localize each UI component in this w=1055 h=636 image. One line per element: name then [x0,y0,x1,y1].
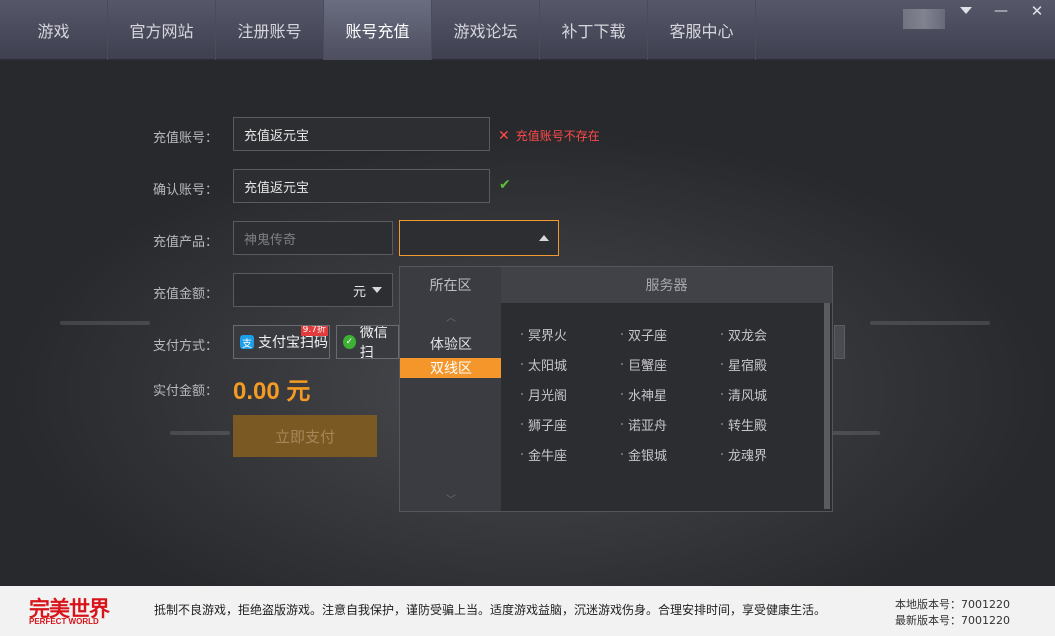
wechat-label: 微信扫 [359,325,388,359]
chevron-up-icon [539,235,549,241]
close-glyph: ✕ [1030,2,1044,20]
chevron-down-icon[interactable] [956,0,976,22]
check-icon: ✔ [499,177,511,193]
chevron-down-icon [372,287,382,293]
tab-patch-download[interactable]: 补丁下载 [540,0,648,60]
server-select[interactable] [399,220,559,256]
product-input[interactable]: 神鬼传奇 [233,221,393,255]
confirm-label: 确认账号： [153,183,219,198]
recharge-form-area: 充值账号： 充值返元宝 ✕ 充值账号不存在 确认账号： 充值返元宝 ✔ 充值产品… [0,61,1055,586]
product-label: 充值产品： [153,235,219,250]
amount-unit: 元 [352,284,366,300]
confirm-account-input[interactable]: 充值返元宝 [233,169,490,203]
decor-light [870,321,990,325]
server-item[interactable]: 转生殿 [728,414,818,434]
health-notice: 抵制不良游戏，拒绝盗版游戏。注意自我保护，谨防受骗上当。适度游戏益脑，沉迷游戏伤… [154,603,827,617]
server-item[interactable]: 太阳城 [528,354,618,374]
close-icon[interactable]: ✕ [1026,0,1048,22]
alipay-icon: 支 [240,335,254,350]
tab-label: 注册账号 [237,22,302,41]
server-item[interactable]: 龙魂界 [728,444,818,464]
amount-label: 充值金额： [153,287,219,302]
server-item[interactable]: 狮子座 [528,414,618,434]
local-version: 本地版本号：7001220 [895,596,1010,612]
zone-column: 所在区 ︿ 体验区 双线区 ﹀ [400,267,501,511]
minimize-icon[interactable]: — [990,0,1012,22]
minimize-glyph: — [994,3,1008,19]
amount-select[interactable]: 元 [233,273,393,307]
tab-forum[interactable]: 游戏论坛 [432,0,540,60]
tab-register[interactable]: 注册账号 [216,0,324,60]
tab-label: 游戏 [37,22,70,41]
error-icon: ✕ [498,127,510,144]
account-input[interactable]: 充值返元宝 [233,117,490,151]
discount-badge: 9.7折 [300,325,328,336]
scroll-up-icon[interactable]: ︿ [446,309,456,324]
pay-option-edge [834,325,845,359]
zone-item-dual-line[interactable]: 双线区 [400,358,501,378]
alipay-button[interactable]: 支 支付宝扫码 9.7折 [233,325,330,359]
local-version-value: 7001220 [961,598,1010,611]
zone-header: 所在区 [429,278,472,294]
pay-method-label: 支付方式： [153,339,219,354]
tab-label: 官方网站 [129,22,194,41]
wechat-icon: ✓ [343,335,356,349]
server-item[interactable]: 冥界火 [528,324,618,344]
latest-version: 最新版本号：7001220 [895,612,1010,628]
server-item[interactable]: 水神星 [628,384,718,404]
decor-light [170,431,230,435]
latest-version-label: 最新版本号： [895,614,961,627]
paid-amount-label: 实付金额： [153,384,219,399]
server-header: 服务器 [501,267,832,303]
pay-now-button[interactable]: 立即支付 [233,415,377,457]
top-nav: 游戏 官方网站 注册账号 账号充值 游戏论坛 补丁下载 客服中心 — ✕ [0,0,1055,60]
server-scrollbar[interactable] [824,303,830,509]
tab-recharge[interactable]: 账号充值 [324,0,432,60]
brand-logo-en: PERFECT WORLD [29,617,99,626]
server-item[interactable]: 月光阁 [528,384,618,404]
server-column: 服务器 冥界火 双子座 双龙会 太阳城 巨蟹座 星宿殿 月光阁 水神星 清风城 … [501,267,832,511]
wechat-pay-button[interactable]: ✓ 微信扫 [336,325,399,359]
server-item[interactable]: 清风城 [728,384,818,404]
server-item[interactable]: 金银城 [628,444,718,464]
footer: 完美世界 PERFECT WORLD 抵制不良游戏，拒绝盗版游戏。注意自我保护，… [0,586,1055,636]
account-error: ✕ 充值账号不存在 [498,127,600,144]
scroll-down-icon[interactable]: ﹀ [446,491,456,506]
server-item[interactable]: 双子座 [628,324,718,344]
server-item[interactable]: 巨蟹座 [628,354,718,374]
tab-label: 账号充值 [345,22,410,41]
local-version-label: 本地版本号： [895,598,961,611]
tab-label: 客服中心 [669,22,734,41]
tab-game[interactable]: 游戏 [0,0,108,60]
account-label: 充值账号： [153,131,219,146]
user-avatar[interactable] [903,9,945,29]
tab-support[interactable]: 客服中心 [648,0,756,60]
decor-light [60,321,150,325]
server-dropdown-panel: 所在区 ︿ 体验区 双线区 ﹀ 服务器 冥界火 双子座 双龙会 太阳城 巨蟹座 … [399,266,833,512]
account-error-text: 充值账号不存在 [515,129,600,143]
server-item[interactable]: 星宿殿 [728,354,818,374]
paid-amount: 0.00 元 [233,378,311,405]
server-item[interactable]: 双龙会 [728,324,818,344]
tab-official-site[interactable]: 官方网站 [108,0,216,60]
zone-item-trial[interactable]: 体验区 [400,334,501,354]
server-item[interactable]: 诺亚舟 [628,414,718,434]
tab-label: 游戏论坛 [453,22,518,41]
latest-version-value: 7001220 [961,614,1010,627]
tab-label: 补丁下载 [561,22,626,41]
server-item[interactable]: 金牛座 [528,444,618,464]
